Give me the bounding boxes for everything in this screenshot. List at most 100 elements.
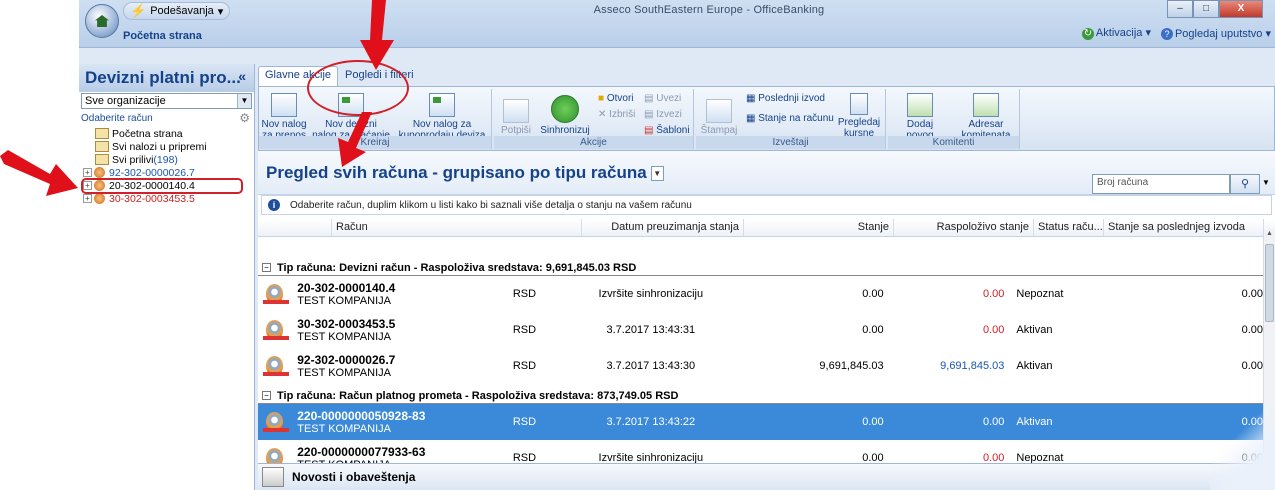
export-icon: ▤	[644, 109, 654, 120]
annotation-arrow	[338, 112, 372, 167]
table-row[interactable]: 30-302-0003453.5 TEST KOMPANIJA RSD 3.7.2…	[258, 312, 1263, 348]
button-label: Dodaj	[906, 119, 934, 130]
last-statement-balance: 0.00	[1241, 360, 1263, 372]
table-row[interactable]: 92-302-0000026.7 TEST KOMPANIJA RSD 3.7.2…	[258, 348, 1263, 384]
expand-icon[interactable]: +	[83, 194, 92, 203]
bank-logo-icon	[262, 356, 290, 376]
tree-item-drafts[interactable]: Svi nalozi u pripremi	[83, 140, 254, 153]
maximize-button[interactable]: □	[1193, 0, 1219, 18]
sign-button[interactable]: Potpiši	[498, 99, 534, 136]
button-label: Nov nalog za	[412, 119, 472, 130]
new-transfer-order-button[interactable]: Nov nalog za prenos	[261, 93, 307, 141]
app-orb-button[interactable]	[85, 4, 119, 38]
view-title[interactable]: Pregled svih računa - grupisano po tipu …	[266, 163, 664, 183]
group-row[interactable]: − Tip računa: Račun platnog prometa - Ras…	[258, 388, 1263, 404]
group-row[interactable]: − Tip računa: Devizni račun - Raspoloživa…	[258, 260, 1263, 276]
available-balance: 0.00	[982, 416, 1005, 428]
export-button[interactable]: ▤ Izvezi	[644, 109, 682, 120]
scroll-up-icon[interactable]: ▲	[1264, 230, 1275, 242]
account-icon	[94, 193, 105, 204]
decorative-corner	[1210, 400, 1275, 490]
import-icon: ▤	[644, 93, 654, 104]
currency: RSD	[512, 288, 537, 300]
synchronize-button[interactable]: Sinhronizuj	[536, 95, 594, 136]
close-button[interactable]: X	[1219, 0, 1263, 18]
chevron-down-icon[interactable]: ▼	[650, 166, 664, 182]
printer-icon	[706, 99, 732, 123]
balance: 9,691,845.03	[819, 360, 884, 372]
client-directory-button[interactable]: Adresar komitenata	[954, 93, 1018, 141]
view-guide-menu[interactable]: ? Pogledaj uputstvo ▾	[1160, 27, 1271, 40]
chevron-down-icon[interactable]: ▼	[237, 94, 251, 108]
column-spacer	[258, 219, 332, 236]
bank-logo-icon	[262, 320, 290, 340]
available-balance: 9,691,845.03	[940, 360, 1005, 372]
column-balance[interactable]: Stanje	[744, 219, 894, 236]
group-header-text: Tip računa: Devizni račun - Raspoloživa …	[277, 261, 637, 274]
delete-button[interactable]: ✕ Izbriši	[598, 109, 635, 120]
annotation-arrow	[360, 0, 394, 70]
tree-item-inflows[interactable]: Svi prilivi (198)	[83, 153, 254, 166]
column-account[interactable]: Račun	[332, 219, 582, 236]
tree-item-home[interactable]: Početna strana	[83, 127, 254, 140]
account-icon	[94, 167, 105, 178]
import-button[interactable]: ▤ Uvezi	[644, 93, 681, 104]
quick-access-toolbar[interactable]: ⚡ Podešavanja ▾	[123, 2, 231, 20]
chevron-down-icon[interactable]: ▼	[1262, 178, 1270, 187]
news-panel-header[interactable]: Novosti i obaveštenja	[258, 463, 1275, 490]
account-balance-button[interactable]: ▦ Stanje na računu	[746, 113, 834, 124]
available-balance: 0.00	[982, 324, 1005, 336]
folder-icon	[95, 141, 109, 152]
account-number: 220-0000000077933-63	[297, 445, 426, 459]
qat-settings-label: Podešavanja	[150, 5, 214, 17]
company-name: TEST KOMPANIJA	[297, 331, 391, 343]
button-label: Poslednji izvod	[758, 93, 825, 104]
grid-column-header: Račun Datum preuzimanja stanja Stanje Ra…	[258, 219, 1275, 237]
sync-date: 3.7.2017 13:43:31	[606, 324, 696, 336]
news-title: Novosti i obaveštenja	[292, 470, 416, 484]
account-status: Aktivan	[1016, 324, 1053, 336]
table-row-selected[interactable]: 220-0000000050928-83 TEST KOMPANIJA RSD 3…	[258, 404, 1263, 440]
account-search-input[interactable]: Broj računa	[1092, 174, 1230, 194]
column-last-statement[interactable]: Stanje sa poslednjeg izvoda	[1104, 219, 1264, 236]
balance: 0.00	[862, 416, 884, 428]
collapse-pane-button[interactable]: «	[238, 68, 246, 84]
gear-icon[interactable]: ⚙	[239, 111, 250, 125]
view-header: Pregled svih računa - grupisano po tipu …	[258, 151, 1275, 195]
collapse-icon[interactable]: −	[262, 391, 271, 400]
open-button[interactable]: ■ Otvori	[598, 93, 634, 104]
tree-item-label: 30-302-0003453.5	[109, 192, 195, 205]
account-status: Aktivan	[1016, 416, 1053, 428]
tree-item-label: Početna strana	[112, 127, 183, 140]
sync-icon	[551, 95, 579, 123]
group-label: Akcije	[494, 136, 693, 149]
organization-select[interactable]: Sve organizacije ▼	[81, 93, 252, 109]
last-statement-button[interactable]: ▦ Poslednji izvod	[746, 93, 825, 104]
select-account-text: Odaberite račun	[81, 113, 153, 124]
left-pane-title: Devizni platni pro...	[85, 68, 241, 87]
new-fx-exchange-order-button[interactable]: Nov nalog za kupoprodaju deviza	[395, 93, 489, 141]
column-date[interactable]: Datum preuzimanja stanja	[582, 219, 744, 236]
chevron-down-icon[interactable]: ▾	[218, 5, 224, 18]
news-icon	[262, 467, 284, 487]
document-icon	[271, 93, 297, 117]
group-label: Kreiraj	[259, 136, 491, 149]
accounts-grid: − Tip računa: Devizni račun - Raspoloživa…	[258, 256, 1263, 470]
breadcrumb: Početna strana	[123, 30, 202, 42]
balance: 0.00	[862, 288, 884, 300]
activation-menu[interactable]: ↻ Aktivacija ▾	[1081, 26, 1151, 40]
scrollbar-thumb[interactable]	[1265, 244, 1274, 322]
templates-button[interactable]: ▤ Šabloni	[644, 125, 690, 136]
button-label: Potpiši	[500, 125, 531, 136]
minimize-button[interactable]: –	[1167, 0, 1193, 18]
expand-icon[interactable]: +	[83, 168, 92, 177]
print-button[interactable]: Štampaj	[698, 99, 740, 136]
column-status[interactable]: Status raču...	[1034, 219, 1104, 236]
column-available[interactable]: Raspoloživo stanje	[894, 219, 1034, 236]
exchange-rates-icon	[850, 93, 868, 115]
sync-date: Izvršite sinhronizaciju	[598, 288, 704, 300]
left-pane-header: Devizni platni pro... «	[79, 64, 254, 92]
search-button[interactable]: ⚲	[1230, 174, 1260, 194]
table-row[interactable]: 20-302-0000140.4 TEST KOMPANIJA RSD Izvrš…	[258, 276, 1263, 312]
collapse-icon[interactable]: −	[262, 263, 271, 272]
